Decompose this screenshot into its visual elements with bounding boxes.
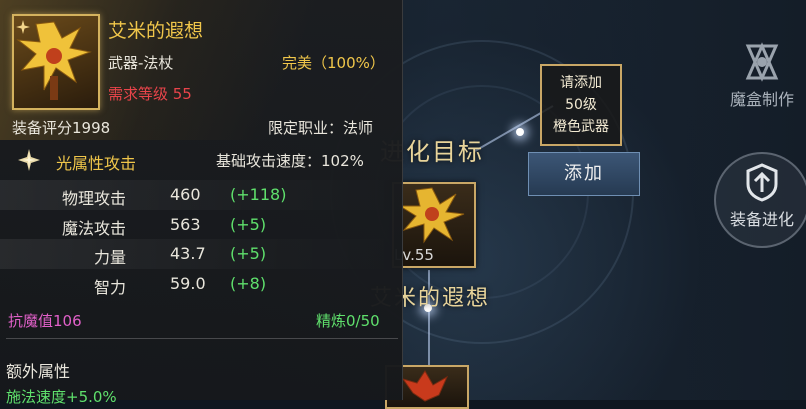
level-requirement: 需求等级 55 [108,85,192,103]
attribute-row: 光属性攻击 基础攻击速度：102% [0,146,402,174]
hint-line: 请添加 [560,75,602,91]
stat-row: 魔法攻击 563 (+5) [0,210,402,240]
anti-magic-value: 抗魔值106 [8,312,82,330]
stat-value: 563 [170,214,201,234]
stats-list: 物理攻击 460 (+118) 魔法攻击 563 (+5) 力量 43.7 (+… [0,180,402,298]
box-craft-icon [745,42,779,82]
stat-value: 460 [170,185,201,204]
item-icon-frame [12,14,100,110]
add-button[interactable]: 添加 [528,152,640,196]
stat-bonus: (+5) [230,214,267,234]
corner-star-icon [16,20,30,34]
hint-line: 50级 [565,97,597,113]
attribute-name: 光属性攻击 [56,154,137,173]
hint-line: 橙色武器 [553,119,609,135]
light-attribute-icon [18,149,40,171]
box-craft-label: 魔盒制作 [729,90,794,109]
staff-icon [398,187,465,244]
stat-name: 物理攻击 [61,189,126,208]
stat-bonus: (+5) [230,244,267,263]
stat-value: 59.0 [170,273,206,293]
equip-evolve-button[interactable]: 装备进化 [718,162,806,230]
stat-bonus: (+118) [230,185,287,204]
attack-speed: 基础攻击速度：102% [216,152,364,170]
box-craft-button[interactable]: 魔盒制作 [718,42,806,110]
item-name: 艾米的遐想 [108,20,204,42]
stat-row: 力量 43.7 (+5) [0,239,402,269]
stat-name: 力量 [93,248,126,267]
evolution-weapon-slot[interactable]: Lv.55 [392,182,476,268]
stat-bonus: (+8) [230,273,267,293]
item-tooltip-panel: 艾米的遐想 武器-法杖 完美（100%） 需求等级 55 装备评分1998 限定… [0,0,403,406]
item-type: 武器-法杖 [108,54,174,72]
glow-node [516,128,524,136]
equipment-score: 装备评分1998 [12,119,111,137]
stat-value: 43.7 [170,244,206,263]
extra-attributes-title: 额外属性 [6,362,71,381]
material-slot-hint[interactable]: 请添加 50级 橙色武器 [540,64,622,146]
extra-attribute-line: 施法速度+5.0% [6,388,117,406]
evolve-shield-icon [746,163,778,202]
divider [6,338,398,339]
stat-row: 智力 59.0 (+8) [0,269,402,299]
equip-evolve-label: 装备进化 [729,210,794,229]
class-restriction: 限定职业：法师 [268,119,374,137]
stat-name: 魔法攻击 [61,218,126,238]
refine-progress: 精炼0/50 [316,312,380,330]
stat-row: 物理攻击 460 (+118) [0,180,402,210]
item-quality: 完美（100%） [282,54,385,72]
stat-name: 智力 [93,277,126,297]
